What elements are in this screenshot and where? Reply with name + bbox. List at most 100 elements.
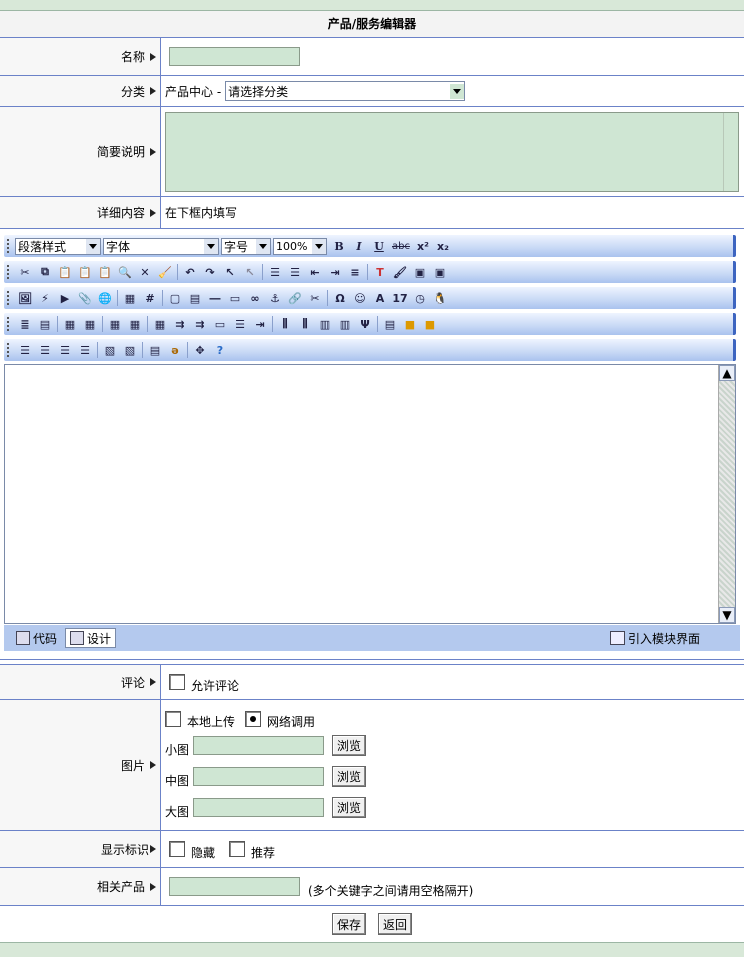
- delete-row-icon[interactable]: ⇥: [252, 316, 268, 332]
- split-row-icon[interactable]: ☰: [232, 316, 248, 332]
- allow-comment-checkbox[interactable]: [169, 674, 185, 690]
- frame-icon[interactable]: ▢: [167, 290, 183, 306]
- emoticon-icon[interactable]: ☺: [352, 290, 368, 306]
- align-center-icon[interactable]: ☰: [37, 342, 53, 358]
- import-module-link[interactable]: 引入模块界面: [609, 630, 700, 647]
- italic-button[interactable]: I: [351, 238, 367, 254]
- table-props-icon[interactable]: ▦: [82, 316, 98, 332]
- editor-content-area[interactable]: ▲ ▼: [4, 364, 736, 624]
- template-icon[interactable]: ▤: [187, 290, 203, 306]
- editor-scrollbar[interactable]: ▲ ▼: [718, 365, 735, 623]
- subscript-button[interactable]: x₂: [435, 238, 451, 254]
- table-icon[interactable]: ▦: [122, 290, 138, 306]
- large-image-browse-button[interactable]: 浏览: [332, 797, 366, 818]
- copy-icon[interactable]: ⧉: [37, 264, 53, 280]
- insert-table-icon[interactable]: ▦: [62, 316, 78, 332]
- save-button[interactable]: 保存: [332, 913, 366, 935]
- strikethrough-button[interactable]: abc: [391, 238, 411, 254]
- layer-back-icon[interactable]: ■: [422, 316, 438, 332]
- map-icon[interactable]: 🔗: [287, 290, 303, 306]
- delete-col-icon[interactable]: Ψ: [357, 316, 373, 332]
- insert-col-right-icon[interactable]: ⫼: [297, 316, 313, 332]
- paragraph-icon[interactable]: ≡: [347, 264, 363, 280]
- font-color-icon[interactable]: T: [372, 264, 388, 280]
- indent-icon[interactable]: ⇥: [327, 264, 343, 280]
- media-icon[interactable]: ▶: [57, 290, 73, 306]
- tab-code[interactable]: 代码: [12, 629, 61, 647]
- insert-row-above-icon[interactable]: ⇉: [172, 316, 188, 332]
- underline-button[interactable]: U: [371, 238, 387, 254]
- merge-col-icon[interactable]: ▥: [317, 316, 333, 332]
- related-input[interactable]: [169, 877, 300, 896]
- backcolor-block-icon[interactable]: ▣: [432, 264, 448, 280]
- date-icon[interactable]: 17: [392, 290, 408, 306]
- horizontal-rule-icon[interactable]: ―: [207, 290, 223, 306]
- chinese-icon[interactable]: ǝ: [167, 342, 183, 358]
- medium-image-input[interactable]: [193, 767, 324, 786]
- special-char-icon[interactable]: Ω: [332, 290, 348, 306]
- cell-grid-icon[interactable]: ▦: [127, 316, 143, 332]
- image-edit-icon[interactable]: ▧: [122, 342, 138, 358]
- paste-word-icon[interactable]: 📋: [97, 264, 113, 280]
- upload-local-radio[interactable]: [165, 711, 181, 727]
- split-col-icon[interactable]: ▥: [337, 316, 353, 332]
- textarea-scrollbar[interactable]: [723, 112, 738, 191]
- outdent-icon[interactable]: ⇤: [307, 264, 323, 280]
- recommend-checkbox[interactable]: [229, 841, 246, 857]
- image-icon[interactable]: 🖼: [17, 290, 33, 306]
- paste-icon[interactable]: 📋: [57, 264, 73, 280]
- unselect-icon[interactable]: ↖: [242, 264, 258, 280]
- bold-button[interactable]: B: [331, 238, 347, 254]
- qq-icon[interactable]: 🐧: [432, 290, 448, 306]
- forecolor-block-icon[interactable]: ▣: [412, 264, 428, 280]
- attachment-icon[interactable]: 📎: [77, 290, 93, 306]
- hidden-checkbox[interactable]: [169, 841, 185, 857]
- merge-row-icon[interactable]: ▭: [212, 316, 228, 332]
- font-size-select[interactable]: 字号: [221, 237, 271, 255]
- zoom-select[interactable]: 100%: [273, 237, 327, 255]
- medium-image-browse-button[interactable]: 浏览: [332, 766, 366, 787]
- row-props-icon[interactable]: ▦: [152, 316, 168, 332]
- paragraph-style-select[interactable]: 段落样式: [15, 237, 101, 255]
- superscript-button[interactable]: x²: [415, 238, 431, 254]
- convert-icon[interactable]: ▤: [37, 316, 53, 332]
- unlink-icon[interactable]: ✂: [307, 290, 323, 306]
- select-all-icon[interactable]: ↖: [222, 264, 238, 280]
- web-icon[interactable]: 🌐: [97, 290, 113, 306]
- small-image-input[interactable]: [193, 736, 324, 755]
- back-button[interactable]: 返回: [378, 913, 412, 935]
- tab-design[interactable]: 设计: [65, 628, 117, 648]
- help-icon[interactable]: ?: [212, 342, 228, 358]
- find-icon[interactable]: 🔍: [117, 264, 133, 280]
- scroll-up-icon[interactable]: ▲: [719, 365, 735, 381]
- name-input[interactable]: [169, 47, 300, 66]
- upload-web-radio[interactable]: [245, 711, 262, 727]
- flash-icon[interactable]: ⚡: [37, 290, 53, 306]
- delete-icon[interactable]: ✕: [137, 264, 153, 280]
- align-left-icon[interactable]: ☰: [17, 342, 33, 358]
- large-image-input[interactable]: [193, 798, 324, 817]
- unordered-list-icon[interactable]: ☰: [287, 264, 303, 280]
- cell-props-icon[interactable]: ▦: [107, 316, 123, 332]
- align-right-icon[interactable]: ☰: [57, 342, 73, 358]
- font-select[interactable]: 字体: [103, 237, 219, 255]
- paste-text-icon[interactable]: 📋: [77, 264, 93, 280]
- time-icon[interactable]: ◷: [412, 290, 428, 306]
- summary-textarea[interactable]: [165, 111, 739, 192]
- layer-front-icon[interactable]: ■: [402, 316, 418, 332]
- toolbar-grip[interactable]: [7, 239, 11, 253]
- category-select[interactable]: 请选择分类: [225, 81, 466, 101]
- absolute-position-icon[interactable]: ▧: [102, 342, 118, 358]
- ordered-list-icon[interactable]: ☰: [267, 264, 283, 280]
- page-break-icon[interactable]: ▤: [147, 342, 163, 358]
- insert-col-left-icon[interactable]: ⫼: [277, 316, 293, 332]
- anchor-icon[interactable]: ⚓: [267, 290, 283, 306]
- insert-row-below-icon[interactable]: ⇉: [192, 316, 208, 332]
- grid-icon[interactable]: #: [142, 290, 158, 306]
- scroll-down-icon[interactable]: ▼: [719, 607, 735, 623]
- undo-icon[interactable]: ↶: [182, 264, 198, 280]
- redo-icon[interactable]: ↷: [202, 264, 218, 280]
- bg-color-icon[interactable]: 🖌: [392, 264, 408, 280]
- fullscreen-icon[interactable]: ✥: [192, 342, 208, 358]
- layer-icon[interactable]: ▤: [382, 316, 398, 332]
